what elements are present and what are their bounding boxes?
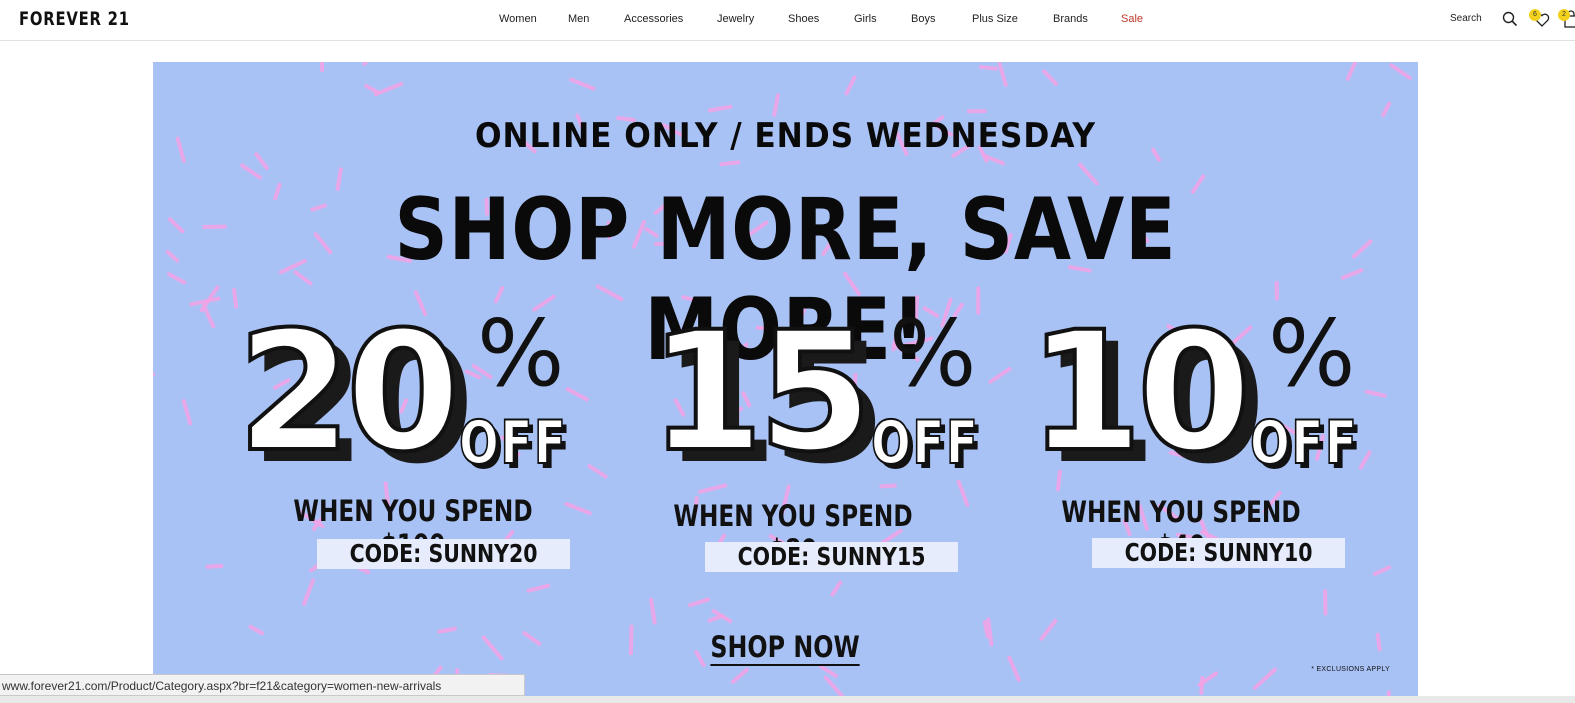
site-header: FOREVER 21 Women Men Accessories Jewelry… bbox=[0, 0, 1575, 41]
nav-item-women[interactable]: Women bbox=[499, 13, 537, 25]
percent-sign: % bbox=[1268, 300, 1356, 407]
search-icon[interactable] bbox=[1502, 11, 1518, 27]
offer-number: 15 bbox=[647, 296, 875, 488]
promo-code: CODE: SUNNY15 bbox=[705, 542, 959, 572]
nav-item-girls[interactable]: Girls bbox=[854, 13, 877, 25]
nav-item-jewelry[interactable]: Jewelry bbox=[717, 13, 754, 25]
offer-number: 10 bbox=[1026, 296, 1254, 488]
promo-banner[interactable]: ONLINE ONLY / ENDS WEDNESDAY SHOP MORE, … bbox=[153, 62, 1418, 703]
shop-now-link[interactable]: SHOP NOW bbox=[710, 630, 861, 666]
window-bottom-edge bbox=[0, 696, 1575, 703]
shop-now-container: SHOP NOW bbox=[153, 630, 1418, 666]
nav-item-sale[interactable]: Sale bbox=[1121, 13, 1143, 25]
offer-number: 20 bbox=[235, 296, 463, 488]
nav-item-boys[interactable]: Boys bbox=[911, 13, 935, 25]
nav-item-accessories[interactable]: Accessories bbox=[624, 13, 683, 25]
off-label: OFF bbox=[458, 407, 568, 479]
exclusions-note: * EXCLUSIONS APPLY bbox=[1311, 666, 1390, 673]
wishlist-count-badge: 6 bbox=[1529, 9, 1541, 21]
promo-subhead: ONLINE ONLY / ENDS WEDNESDAY bbox=[475, 116, 1096, 156]
bag-count-badge: 2 bbox=[1558, 9, 1570, 21]
off-label: OFF bbox=[1249, 407, 1359, 479]
percent-sign: % bbox=[477, 300, 565, 407]
nav-item-shoes[interactable]: Shoes bbox=[788, 13, 819, 25]
header-utilities: Search 6 2 bbox=[1425, 0, 1575, 40]
off-label: OFF bbox=[870, 407, 980, 479]
promo-code: CODE: SUNNY20 bbox=[317, 539, 571, 569]
promo-code: CODE: SUNNY10 bbox=[1092, 538, 1346, 568]
search-label[interactable]: Search bbox=[1450, 13, 1482, 24]
nav-item-brands[interactable]: Brands bbox=[1053, 13, 1088, 25]
nav-item-men[interactable]: Men bbox=[568, 13, 589, 25]
nav-item-plus-size[interactable]: Plus Size bbox=[972, 13, 1018, 25]
percent-sign: % bbox=[889, 300, 977, 407]
main-nav: Women Men Accessories Jewelry Shoes Girl… bbox=[0, 0, 1575, 40]
link-status-bar: www.forever21.com/Product/Category.aspx?… bbox=[0, 674, 525, 696]
